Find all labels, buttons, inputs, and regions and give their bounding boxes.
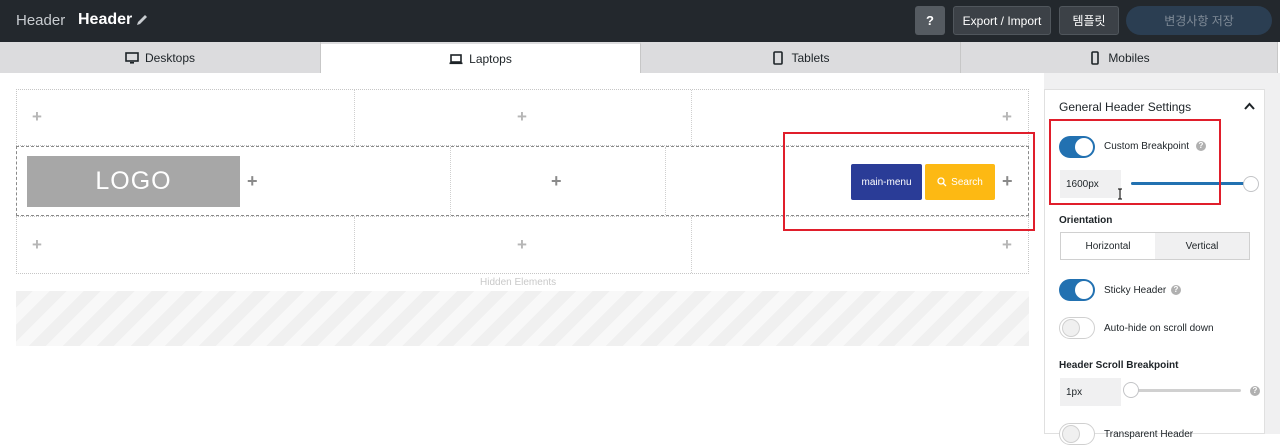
auto-hide-label: Auto-hide on scroll down: [1104, 323, 1214, 334]
pencil-icon[interactable]: [135, 13, 149, 27]
template-button[interactable]: 템플릿: [1059, 6, 1119, 35]
tab-label: Mobiles: [1108, 50, 1150, 65]
top-bar: Header Header ? Export / Import 템플릿 변경사항…: [0, 0, 1280, 42]
tab-desktops[interactable]: Desktops: [0, 42, 321, 73]
column-divider: [354, 90, 355, 145]
add-element-button[interactable]: +: [517, 235, 527, 255]
sticky-header-toggle[interactable]: [1059, 279, 1095, 301]
hidden-elements-area[interactable]: [16, 291, 1029, 346]
sticky-header-label: Sticky Header: [1104, 285, 1167, 296]
slider-handle[interactable]: [1123, 382, 1139, 398]
auto-hide-toggle[interactable]: [1059, 317, 1095, 339]
save-changes-button[interactable]: 변경사항 저장: [1126, 6, 1272, 35]
tab-label: Desktops: [144, 50, 196, 65]
export-import-button[interactable]: Export / Import: [953, 6, 1051, 35]
desktop-icon: [125, 51, 139, 64]
laptop-icon: [449, 53, 463, 64]
scroll-breakpoint-slider[interactable]: [1131, 389, 1241, 392]
help-icon[interactable]: ?: [1171, 285, 1181, 295]
slider-handle[interactable]: [1243, 176, 1259, 192]
highlight-box: [1049, 119, 1221, 205]
toggle-knob: [1062, 319, 1080, 337]
highlight-box: [783, 132, 1035, 231]
toggle-knob: [1062, 425, 1080, 443]
add-element-button[interactable]: +: [1002, 107, 1012, 127]
toggle-knob: [1075, 281, 1093, 299]
orientation-vertical-option[interactable]: Vertical: [1155, 233, 1249, 259]
column-divider: [450, 147, 451, 215]
breadcrumb: Header: [16, 12, 66, 29]
help-icon[interactable]: ?: [1250, 386, 1260, 396]
tab-label: Laptops: [469, 51, 512, 66]
orientation-label: Orientation: [1059, 215, 1113, 226]
add-element-button[interactable]: +: [247, 171, 258, 192]
scroll-breakpoint-label: Header Scroll Breakpoint: [1059, 360, 1179, 371]
tablet-icon: [773, 50, 784, 65]
tab-label: Tablets: [791, 50, 830, 65]
hidden-elements-label: Hidden Elements: [480, 277, 557, 288]
add-element-button[interactable]: +: [32, 235, 42, 255]
page-title: Header: [78, 11, 133, 28]
column-divider: [665, 147, 666, 215]
device-tabs: Desktops Laptops Tablets Mobiles: [0, 42, 1280, 73]
logo-element[interactable]: LOGO: [27, 156, 240, 207]
tab-mobiles[interactable]: Mobiles: [961, 42, 1278, 73]
orientation-horizontal-option[interactable]: Horizontal: [1061, 233, 1155, 259]
column-divider: [691, 217, 692, 273]
column-divider: [691, 90, 692, 145]
mobile-icon: [1091, 50, 1100, 65]
add-element-button[interactable]: +: [551, 171, 562, 192]
add-element-button[interactable]: +: [32, 107, 42, 127]
tab-laptops[interactable]: Laptops: [321, 42, 641, 73]
transparent-header-toggle[interactable]: [1059, 423, 1095, 445]
orientation-selector: Horizontal Vertical: [1060, 232, 1250, 260]
scroll-breakpoint-input[interactable]: [1060, 378, 1121, 406]
chevron-up-icon[interactable]: [1244, 102, 1255, 110]
help-button[interactable]: ?: [915, 6, 945, 35]
column-divider: [354, 217, 355, 273]
tab-tablets[interactable]: Tablets: [641, 42, 961, 73]
panel-title: General Header Settings: [1059, 100, 1192, 114]
add-element-button[interactable]: +: [517, 107, 527, 127]
transparent-header-label: Transparent Header: [1104, 429, 1194, 440]
add-element-button[interactable]: +: [1002, 235, 1012, 255]
